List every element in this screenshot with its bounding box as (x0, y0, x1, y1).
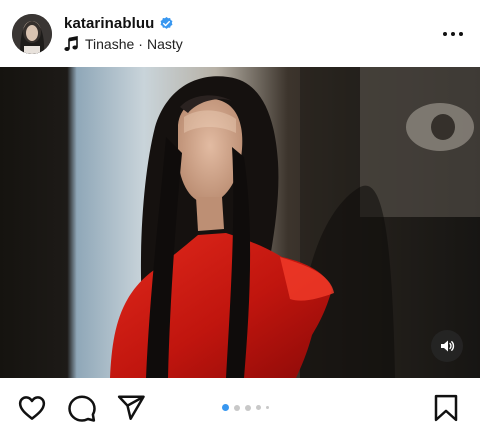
more-dot-icon (443, 32, 447, 36)
post-photo (0, 67, 480, 378)
carousel-dot-1 (222, 404, 229, 411)
avatar-image (12, 14, 52, 54)
carousel-dot-3 (245, 404, 251, 411)
more-dot-icon (451, 32, 455, 36)
carousel-dot-2 (234, 404, 240, 411)
post-media[interactable] (0, 67, 480, 378)
carousel-dot-5 (266, 406, 269, 409)
music-note-icon (64, 36, 78, 51)
audio-track: Nasty (146, 36, 183, 52)
username-row: katarinabluu (64, 15, 174, 32)
more-dot-icon (459, 32, 463, 36)
share-icon[interactable] (116, 393, 146, 423)
heart-icon[interactable] (17, 393, 47, 423)
carousel-dot-4 (256, 405, 261, 410)
carousel-indicator (222, 404, 269, 411)
avatar[interactable] (12, 14, 52, 54)
post-actions (0, 378, 480, 434)
verified-badge-icon (160, 16, 173, 29)
post-header: katarinabluu Tinashe · Nasty (0, 0, 480, 67)
more-options-button[interactable] (438, 24, 468, 44)
comment-icon[interactable] (67, 393, 97, 423)
audio-artist: Tinashe (85, 36, 135, 52)
speaker-icon (441, 340, 455, 352)
audio-separator: · (138, 36, 143, 52)
sound-toggle-button[interactable] (431, 330, 463, 362)
username[interactable]: katarinabluu (64, 15, 154, 32)
bookmark-icon[interactable] (431, 393, 461, 423)
audio-attribution[interactable]: Tinashe · Nasty (64, 36, 183, 52)
